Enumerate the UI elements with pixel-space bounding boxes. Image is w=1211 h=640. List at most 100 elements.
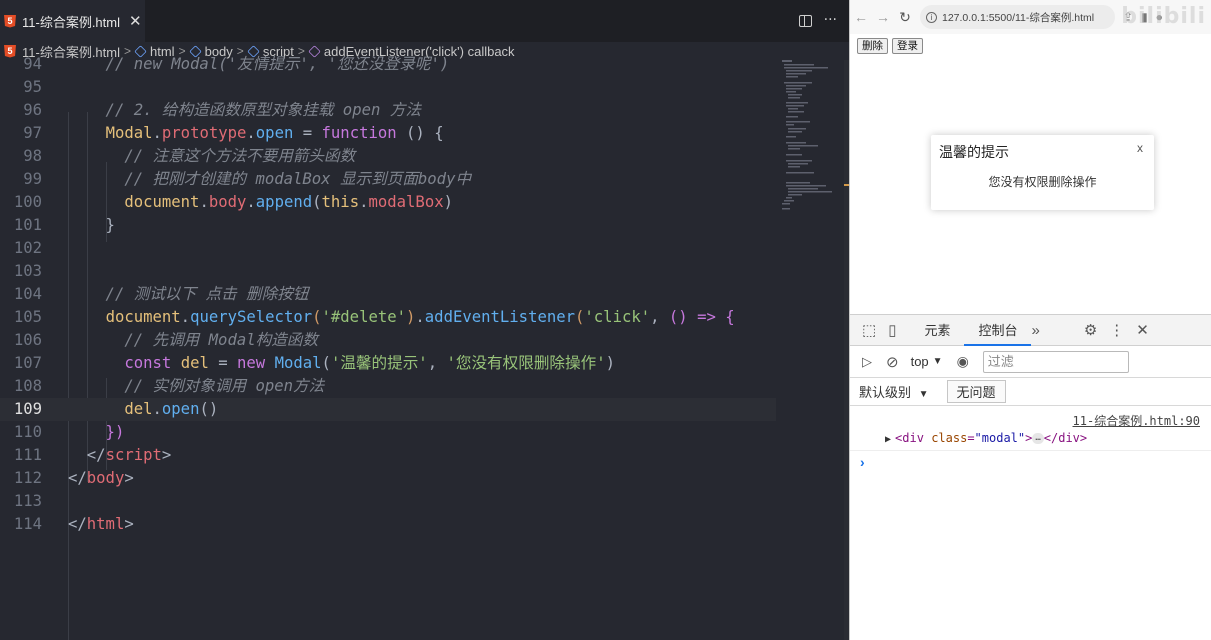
- code-line[interactable]: 102: [0, 237, 776, 260]
- log-source-link[interactable]: 11-综合案例.html:90: [1073, 412, 1200, 429]
- split-editor-icon[interactable]: [798, 15, 812, 27]
- code-text: Modal.prototype.open = function () {: [68, 122, 444, 145]
- code-token: .: [415, 308, 425, 326]
- inspect-icon[interactable]: ⬚: [862, 321, 876, 339]
- code-line[interactable]: 105 document.querySelector('#delete').ad…: [0, 306, 776, 329]
- code-token: document: [124, 193, 200, 211]
- devtools-tabs: ⬚ ▯ 元素 控制台 » ⚙ ⋮ ✕: [850, 315, 1211, 346]
- code-line[interactable]: 101 }: [0, 214, 776, 237]
- code-token: >: [161, 446, 172, 464]
- ellipsis-badge[interactable]: …: [1032, 433, 1044, 444]
- tab-elements[interactable]: 元素: [910, 315, 964, 346]
- editor-tab[interactable]: 5 11-综合案例.html ✕: [0, 0, 145, 42]
- login-button[interactable]: 登录: [892, 38, 923, 54]
- line-number: 110: [13, 423, 42, 441]
- code-line[interactable]: 98 // 注意这个方法不要用箭头函数: [0, 145, 776, 168]
- code-token: // 注意这个方法不要用箭头函数: [68, 147, 356, 165]
- console-log-entry[interactable]: ▶ <div class="modal">… </div>: [885, 431, 1087, 445]
- caret-down-icon: ▼: [918, 389, 929, 400]
- code-text: // 实例对象调用 open方法: [68, 375, 324, 398]
- code-line[interactable]: 97 Modal.prototype.open = function () {: [0, 122, 776, 145]
- modal-close-button[interactable]: x: [1137, 141, 1143, 155]
- filter-input[interactable]: 过滤: [982, 350, 1129, 373]
- code-line[interactable]: 103: [0, 260, 776, 283]
- code-text: }: [68, 214, 115, 237]
- issues-button[interactable]: 无问题: [946, 380, 1006, 403]
- line-number: 113: [13, 492, 42, 510]
- more-tabs-icon[interactable]: »: [1031, 322, 1039, 339]
- code-line[interactable]: 96 // 2. 给构造函数原型对象挂载 open 方法: [0, 99, 776, 122]
- tab-console[interactable]: 控制台: [964, 315, 1032, 346]
- console-toolbar: ▷ ⊘ top ▼ ◉ 过滤: [850, 346, 1211, 378]
- back-icon[interactable]: ←: [850, 9, 872, 25]
- code-token: Modal: [274, 354, 322, 372]
- code-token: // new Modal('友情提示', '您还没登录呢'): [68, 55, 450, 73]
- modal-message: 您没有权限删除操作: [988, 175, 1097, 189]
- code-text: // 测试以下 点击 删除按钮: [68, 283, 309, 306]
- code-editor[interactable]: 5 11-综合案例.html ✕ ··· 5 11-综合案例.html > ht…: [0, 0, 849, 640]
- code-area[interactable]: 94 // new Modal('友情提示', '您还没登录呢') 95 96 //…: [0, 52, 780, 640]
- code-line[interactable]: 99 // 把刚才创建的 modalBox 显示到页面body中: [0, 168, 776, 191]
- code-line[interactable]: 114 </html>: [0, 513, 776, 536]
- kebab-menu-icon[interactable]: ⋮: [1109, 321, 1124, 339]
- bilibili-watermark: bilibili: [1121, 4, 1206, 29]
- code-token: .: [180, 308, 191, 326]
- code-token: (: [575, 308, 585, 326]
- reload-icon[interactable]: ↻: [894, 9, 916, 26]
- code-token: // 2. 给构造函数原型对象挂载 open 方法: [68, 101, 421, 119]
- code-line[interactable]: 109 del.open(): [0, 398, 776, 421]
- caret-down-icon: ▼: [932, 356, 943, 367]
- gear-icon[interactable]: ⚙: [1084, 321, 1097, 339]
- editor-tab-title: 11-综合案例.html: [22, 14, 120, 30]
- code-token: '您没有权限删除操作': [446, 354, 606, 372]
- code-line[interactable]: 104 // 测试以下 点击 删除按钮: [0, 283, 776, 306]
- line-number: 108: [13, 377, 42, 395]
- code-line[interactable]: 94 // new Modal('友情提示', '您还没登录呢'): [0, 53, 776, 76]
- context-selector[interactable]: top ▼: [911, 354, 943, 369]
- code-token: html: [86, 515, 125, 533]
- code-line[interactable]: 100 document.body.append(this.modalBox): [0, 191, 776, 214]
- code-token: append: [255, 193, 313, 211]
- address-bar[interactable]: i 127.0.0.1:5500/11-综合案例.html: [920, 5, 1115, 29]
- code-token: // 实例对象调用 open方法: [68, 377, 325, 395]
- expand-triangle-icon[interactable]: ▶: [885, 434, 891, 445]
- html5-icon: 5: [4, 14, 16, 28]
- code-line[interactable]: 108 // 实例对象调用 open方法: [0, 375, 776, 398]
- code-line[interactable]: 106 // 先调用 Modal构造函数: [0, 329, 776, 352]
- line-number: 109: [13, 400, 42, 418]
- code-line[interactable]: 107 const del = new Modal('温馨的提示', '您没有权…: [0, 352, 776, 375]
- code-token: addEventListener: [424, 308, 576, 326]
- info-icon[interactable]: i: [926, 11, 937, 23]
- code-text: // 把刚才创建的 modalBox 显示到页面body中: [68, 168, 471, 191]
- forward-icon[interactable]: →: [872, 9, 894, 25]
- eye-icon[interactable]: ◉: [957, 353, 969, 370]
- code-token: body: [86, 469, 125, 487]
- close-devtools-icon[interactable]: ✕: [1136, 321, 1149, 339]
- device-toggle-icon[interactable]: ▯: [888, 321, 896, 339]
- context-value: top: [910, 354, 929, 369]
- code-line[interactable]: 110 }): [0, 421, 776, 444]
- delete-button[interactable]: 删除: [857, 38, 888, 54]
- code-token: // 先调用 Modal构造函数: [68, 331, 318, 349]
- clear-console-icon[interactable]: ⊘: [886, 353, 899, 371]
- code-line[interactable]: 113: [0, 490, 776, 513]
- code-line[interactable]: 111 </script>: [0, 444, 776, 467]
- console-prompt[interactable]: ›: [860, 454, 865, 470]
- code-text: del.open(): [68, 398, 218, 421]
- close-icon[interactable]: ✕: [129, 12, 142, 30]
- minimap[interactable]: [780, 58, 840, 218]
- code-token: {: [725, 308, 735, 326]
- code-token: >: [124, 515, 134, 533]
- more-actions-icon[interactable]: ···: [824, 12, 837, 28]
- line-number: 107: [13, 354, 42, 372]
- code-token: (: [321, 354, 331, 372]
- code-token: </: [68, 469, 87, 487]
- code-token: (: [312, 308, 322, 326]
- code-token: ): [605, 354, 615, 372]
- code-line[interactable]: 95: [0, 76, 776, 99]
- sidebar-toggle-icon[interactable]: ▷: [862, 354, 872, 370]
- code-line[interactable]: 112 </body>: [0, 467, 776, 490]
- log-level-dropdown[interactable]: 默认级别 ▼: [859, 382, 929, 401]
